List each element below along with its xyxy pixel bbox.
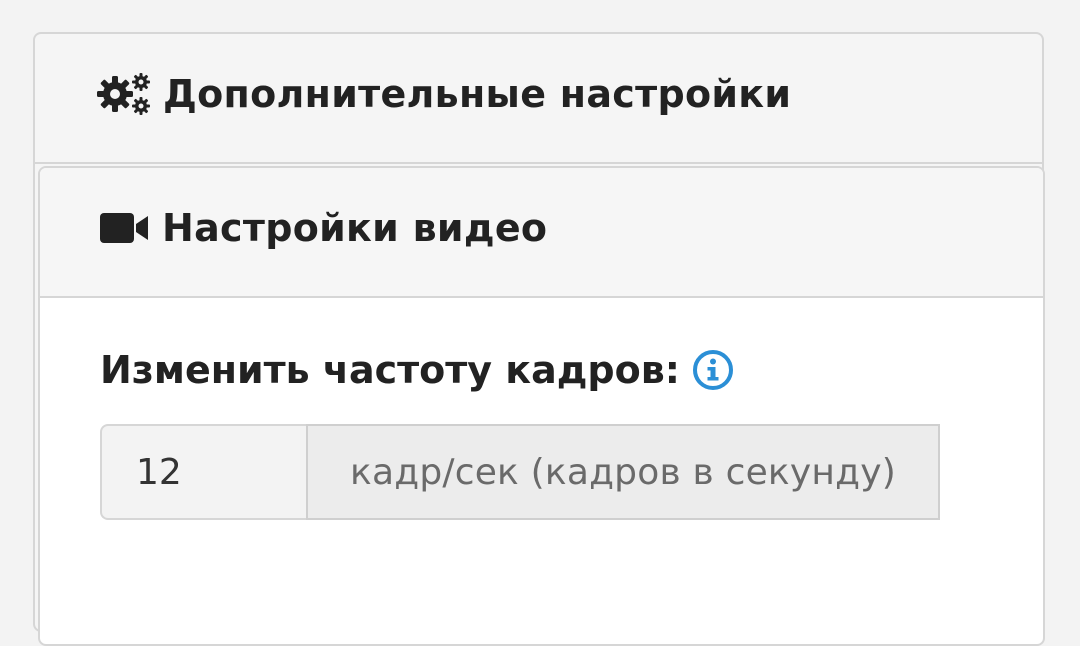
gears-icon — [97, 72, 151, 116]
video-settings-header[interactable]: Настройки видео — [40, 168, 1043, 298]
advanced-settings-header[interactable]: Дополнительные настройки — [35, 34, 1042, 164]
video-settings-title: Настройки видео — [162, 206, 548, 250]
video-settings-title-row: Настройки видео — [100, 206, 547, 250]
framerate-unit-addon: кадр/сек (кадров в секунду) — [306, 424, 940, 520]
framerate-input[interactable] — [100, 424, 306, 520]
advanced-settings-panel: Дополнительные настройки Настройки видео… — [33, 32, 1045, 646]
info-icon[interactable] — [692, 349, 734, 391]
framerate-label-row: Изменить частоту кадров: — [100, 348, 734, 392]
advanced-settings-title: Дополнительные настройки — [163, 72, 792, 116]
advanced-settings-title-row: Дополнительные настройки — [97, 72, 791, 116]
framerate-input-group: кадр/сек (кадров в секунду) — [100, 424, 940, 520]
video-camera-icon — [100, 211, 150, 245]
video-settings-panel: Настройки видео Изменить частоту кадров:… — [38, 166, 1045, 646]
framerate-label: Изменить частоту кадров: — [100, 348, 680, 392]
